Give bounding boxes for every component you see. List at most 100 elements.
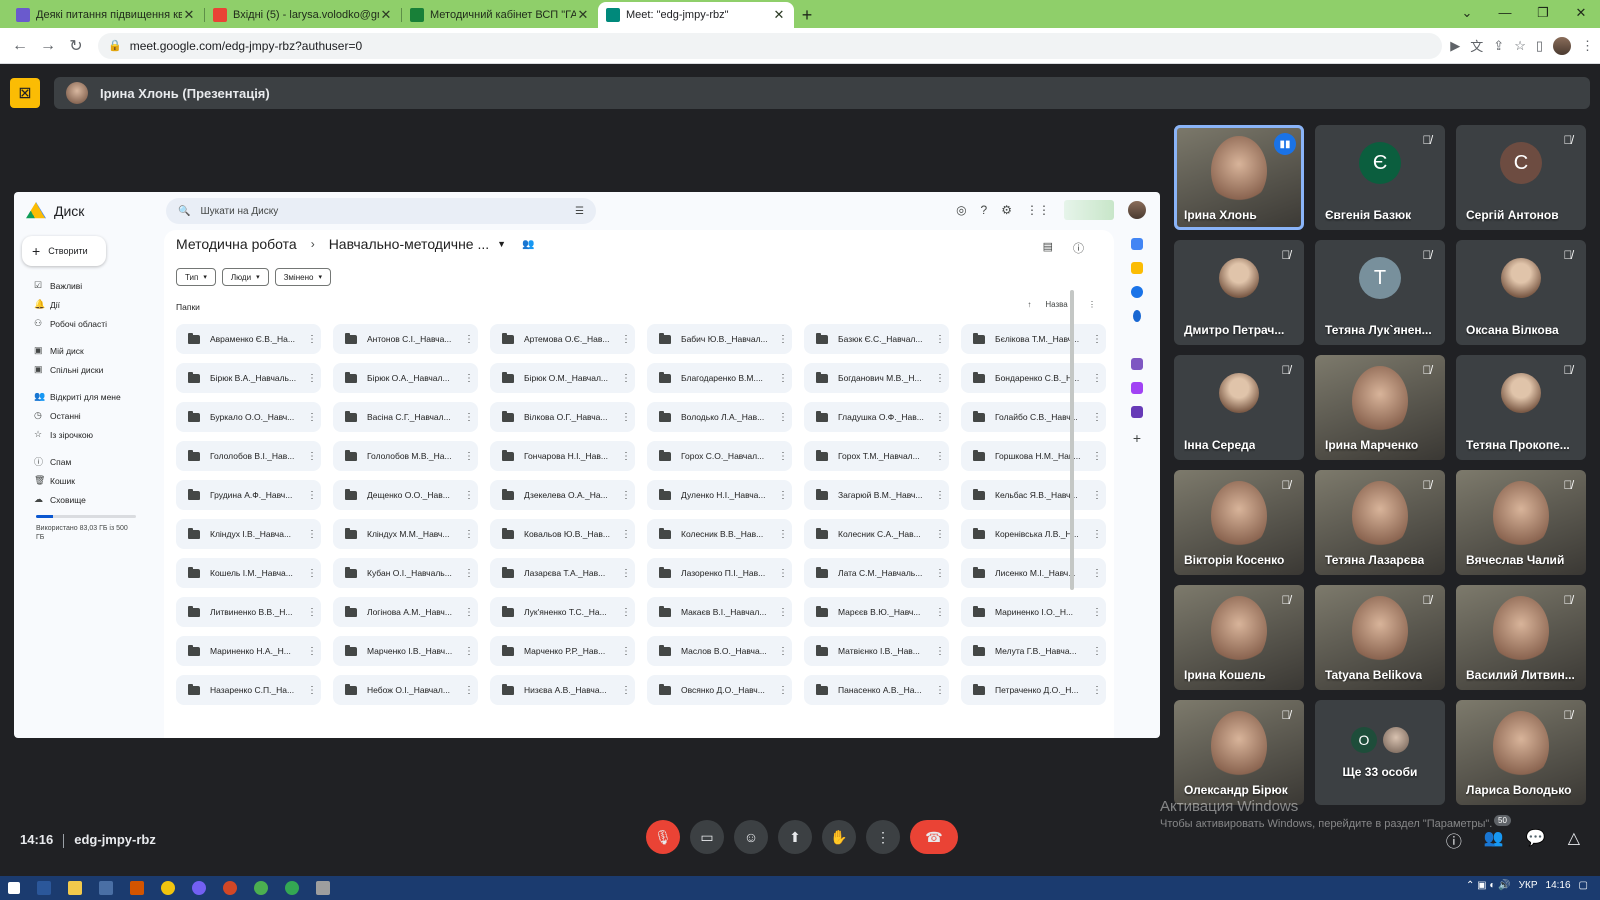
minimize-button[interactable]: — [1486, 0, 1524, 28]
folder-item[interactable]: Васіна С.Г._Навчал... ⋮ [333, 402, 478, 432]
folder-item[interactable]: Марєєв В.Ю._Навч... ⋮ [804, 597, 949, 627]
contacts-icon[interactable] [1133, 310, 1141, 322]
address-bar[interactable]: 🔒 meet.google.com/edg-jmpy-rbz?authuser=… [98, 32, 1443, 59]
more-actions-icon[interactable]: ⋮ [1092, 334, 1102, 345]
folder-item[interactable]: Ковальов Ю.В._Нав... ⋮ [490, 519, 635, 549]
folder-item[interactable]: Макаєв В.І._Навчал... ⋮ [647, 597, 792, 627]
participant-tile[interactable]: 🎙̸ Тетяна Лазарєва [1315, 470, 1445, 575]
tab-close-icon[interactable]: ✕ [576, 7, 590, 23]
reload-button[interactable]: ↻ [62, 36, 90, 56]
more-actions-icon[interactable]: ⋮ [778, 568, 788, 579]
filter-chip[interactable]: Змінено [274, 268, 331, 286]
folder-item[interactable]: Мариненко І.О._Н... ⋮ [961, 597, 1106, 627]
folder-item[interactable]: Гладушка О.Ф._Нав... ⋮ [804, 402, 949, 432]
more-actions-icon[interactable]: ⋮ [935, 412, 945, 423]
more-actions-icon[interactable]: ⋮ [464, 451, 474, 462]
drive-nav-item[interactable]: ▣ Мій диск [14, 341, 164, 360]
more-actions-icon[interactable]: ⋮ [1092, 529, 1102, 540]
powershell-icon[interactable] [37, 881, 51, 895]
more-actions-icon[interactable]: ⋮ [778, 451, 788, 462]
drive-logo[interactable]: Диск [26, 202, 166, 220]
meeting-info-icon[interactable]: ⓘ [1446, 828, 1462, 852]
side-panel-icon[interactable]: ▯ [1536, 38, 1543, 54]
more-actions-icon[interactable]: ⋮ [307, 490, 317, 501]
tab-close-icon[interactable]: ✕ [772, 7, 786, 23]
more-actions-icon[interactable]: ⋮ [621, 529, 631, 540]
participant-tile[interactable]: 🎙̸ Олександр Бірюк [1174, 700, 1304, 805]
folder-item[interactable]: Антонов С.І._Навча... ⋮ [333, 324, 478, 354]
drive-nav-item[interactable]: 🗑 Кошик [14, 471, 164, 490]
more-actions-icon[interactable]: ⋮ [621, 490, 631, 501]
more-actions-icon[interactable]: ⋮ [935, 607, 945, 618]
browser-tab[interactable]: Методичний кабінет ВСП "ГАФ ✕ [402, 2, 598, 28]
folder-item[interactable]: Марченко І.В._Навч... ⋮ [333, 636, 478, 666]
create-button[interactable]: + Створити [22, 236, 106, 266]
more-actions-icon[interactable]: ⋮ [1092, 568, 1102, 579]
filter-chip[interactable]: Люди [221, 268, 269, 286]
leave-call-button[interactable]: ☎ [910, 820, 958, 854]
app-icon[interactable] [130, 881, 144, 895]
more-actions-icon[interactable]: ⋮ [1092, 646, 1102, 657]
tab-search-icon[interactable]: ⌄ [1448, 0, 1486, 28]
keep-icon[interactable] [1131, 262, 1143, 274]
translate-icon[interactable]: 文 [1470, 36, 1483, 55]
profile-avatar[interactable] [1553, 36, 1571, 55]
back-button[interactable]: ← [6, 37, 34, 55]
drive-nav-item[interactable]: 🔔 Дії [14, 295, 164, 314]
folder-item[interactable]: Лисенко М.І._Навч... ⋮ [961, 558, 1106, 588]
folder-item[interactable]: Овсянко Д.О._Навч... ⋮ [647, 675, 792, 705]
folder-item[interactable]: Колесник В.В._Нав... ⋮ [647, 519, 792, 549]
close-window-button[interactable]: ✕ [1562, 0, 1600, 28]
folder-item[interactable]: Горшкова Н.М._Нав... ⋮ [961, 441, 1106, 471]
list-view-icon[interactable]: ▤ [1043, 240, 1053, 256]
tab-close-icon[interactable]: ✕ [182, 7, 196, 23]
folder-item[interactable]: Лазоренко П.І._Нав... ⋮ [647, 558, 792, 588]
folder-item[interactable]: Гончарова Н.І._Нав... ⋮ [490, 441, 635, 471]
more-actions-icon[interactable]: ⋮ [464, 412, 474, 423]
more-actions-icon[interactable]: ⋮ [935, 568, 945, 579]
tray-icons[interactable]: ⌃ ▣ ◐ 🔊 [1466, 880, 1511, 891]
calendar-icon[interactable] [1131, 238, 1143, 250]
windows-start-icon[interactable] [8, 882, 20, 894]
folder-item[interactable]: Кошель І.М._Навча... ⋮ [176, 558, 321, 588]
folder-item[interactable]: Матвієнко І.В._Нав... ⋮ [804, 636, 949, 666]
more-actions-icon[interactable]: ⋮ [307, 334, 317, 345]
more-actions-icon[interactable]: ⋮ [778, 607, 788, 618]
forward-button[interactable]: → [34, 37, 62, 55]
participant-tile[interactable]: С 🎙̸ Сергій Антонов [1456, 125, 1586, 230]
emoji-reaction-button[interactable]: ☺ [734, 820, 768, 854]
participant-tile[interactable]: 🎙̸ Tatyana Belikova [1315, 585, 1445, 690]
drive-search-input[interactable]: 🔍 Шукати на Диску ☰ [166, 198, 596, 224]
folder-item[interactable]: Дуленко Н.І._Навча... ⋮ [647, 480, 792, 510]
browser-tab[interactable]: Вхідні (5) - larysa.volodko@gm ✕ [205, 2, 401, 28]
drive-nav-item[interactable]: ▣ Спільні диски [14, 360, 164, 379]
powerpoint-icon[interactable] [223, 881, 237, 895]
folder-item[interactable]: Горох Т.М._Навчал... ⋮ [804, 441, 949, 471]
more-actions-icon[interactable]: ⋮ [1092, 490, 1102, 501]
more-actions-icon[interactable]: ⋮ [621, 373, 631, 384]
raise-hand-button[interactable]: ✋ [822, 820, 856, 854]
folder-item[interactable]: Богданович М.В._Н... ⋮ [804, 363, 949, 393]
tab-close-icon[interactable]: ✕ [379, 7, 393, 23]
browser-tab[interactable]: Meet: "edg-jmpy-rbz" ✕ [598, 2, 794, 28]
drive-nav-item[interactable]: ☆ Із зірочкою [14, 425, 164, 444]
participant-tile[interactable]: 🎙̸ Вячеслав Чалий [1456, 470, 1586, 575]
activities-icon[interactable]: △ [1568, 828, 1580, 852]
folder-item[interactable]: Гололобов В.І._Нав... ⋮ [176, 441, 321, 471]
drive-nav-item[interactable]: ☁ Сховище [14, 490, 164, 509]
browser-tab[interactable]: Деякі питання підвищення ква ✕ [8, 2, 204, 28]
folder-item[interactable]: Бондаренко С.В._Н... ⋮ [961, 363, 1106, 393]
more-actions-icon[interactable]: ⋮ [778, 334, 788, 345]
more-actions-icon[interactable]: ⋮ [935, 490, 945, 501]
more-options-icon[interactable]: ⋮ [1088, 300, 1096, 309]
save-app-icon[interactable] [99, 881, 113, 895]
folder-item[interactable]: Горох С.О._Навчал... ⋮ [647, 441, 792, 471]
more-actions-icon[interactable]: ⋮ [621, 607, 631, 618]
more-actions-icon[interactable]: ⋮ [621, 412, 631, 423]
tasks-icon[interactable] [1131, 286, 1143, 298]
more-actions-icon[interactable]: ⋮ [778, 412, 788, 423]
more-actions-icon[interactable]: ⋮ [621, 568, 631, 579]
taskbar-clock[interactable]: 14:16 [1546, 880, 1571, 891]
help-icon[interactable]: ? [981, 203, 988, 217]
folder-item[interactable]: Володько Л.А._Нав... ⋮ [647, 402, 792, 432]
